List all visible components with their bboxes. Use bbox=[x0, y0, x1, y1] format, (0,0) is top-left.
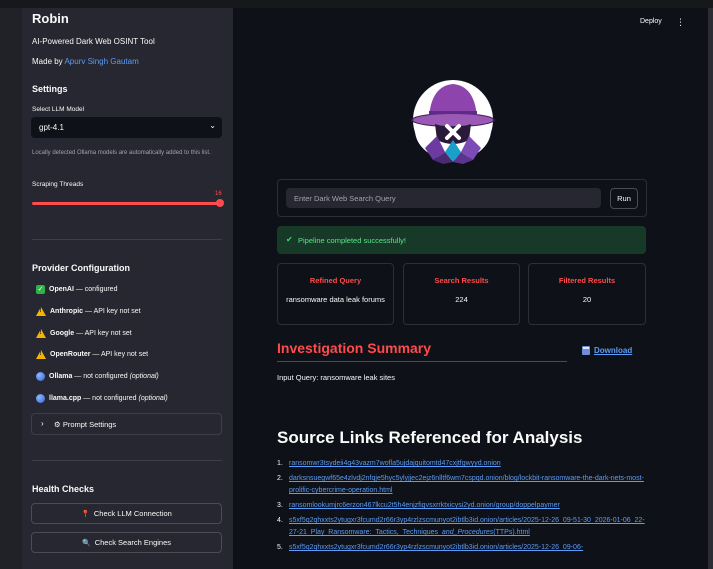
deploy-button[interactable]: Deploy bbox=[640, 18, 662, 25]
made-by: Made by Apurv Singh Gautam bbox=[32, 57, 139, 66]
blue-dot-icon bbox=[36, 394, 45, 403]
source-links-list: 1. ransomwr3tsydeii4q43vazm7wofla5ujdajqu… bbox=[277, 458, 647, 557]
check-icon: ✔ bbox=[286, 235, 293, 244]
metric-title: Refined Query bbox=[309, 276, 362, 285]
sources-title: Source Links Referenced for Analysis bbox=[277, 428, 583, 447]
llm-model-select[interactable]: gpt-4.1 ⌄ bbox=[31, 117, 222, 138]
chevron-down-icon: ⌄ bbox=[209, 121, 216, 130]
search-form: Run bbox=[277, 179, 647, 217]
threads-slider-track[interactable] bbox=[32, 202, 219, 205]
provider-openai: ✓ OpenAI — configured bbox=[36, 285, 118, 294]
provider-anthropic: Anthropic — API key not set bbox=[36, 307, 141, 316]
list-item: 3. ransomlookumjrc6erzon467lkcu2t5h4enjzf… bbox=[277, 502, 560, 509]
llm-model-label: Select LLM Model bbox=[32, 106, 85, 113]
pin-icon: 📍 bbox=[81, 510, 90, 518]
more-menu-icon[interactable]: ⋮ bbox=[676, 17, 685, 28]
source-link[interactable]: ransomlookumjrc6erzon467lkcu2t5h4enjzfig… bbox=[289, 502, 560, 509]
source-link[interactable]: darksnsuegwf65e4zlvdj2nfqje5hyc5ylyjjec2… bbox=[289, 475, 644, 494]
check-llm-button[interactable]: 📍 Check LLM Connection bbox=[31, 503, 222, 524]
health-heading: Health Checks bbox=[32, 484, 95, 494]
warning-icon bbox=[36, 307, 46, 316]
source-link[interactable]: s5xf5q2qhxxts2ytugxr3fcumd2r66r3yp4rzlzs… bbox=[289, 517, 645, 536]
threads-slider-handle[interactable] bbox=[216, 199, 224, 207]
metric-filtered-results: Filtered Results 20 bbox=[528, 263, 646, 325]
success-alert: ✔ Pipeline completed successfully! bbox=[277, 226, 646, 254]
warning-icon bbox=[36, 350, 46, 359]
metric-value: ransomware data leak forums bbox=[286, 295, 385, 304]
provider-google: Google — API key not set bbox=[36, 329, 132, 338]
search-icon: 🔍 bbox=[81, 539, 91, 547]
provider-heading: Provider Configuration bbox=[32, 263, 131, 273]
provider-ollama: Ollama — not configured (optional) bbox=[36, 372, 159, 381]
list-item: 1. ransomwr3tsydeii4q43vazm7wofla5ujdajqu… bbox=[277, 460, 501, 467]
chevron-right-icon: › bbox=[41, 419, 44, 428]
input-query-text: Input Query: ransomware leak sites bbox=[277, 373, 395, 382]
sidebar: Robin AI-Powered Dark Web OSINT Tool Mad… bbox=[22, 8, 233, 569]
metric-search-results: Search Results 224 bbox=[403, 263, 520, 325]
blue-dot-icon bbox=[36, 372, 45, 381]
settings-heading: Settings bbox=[32, 84, 68, 94]
scrollbar-gutter bbox=[708, 8, 713, 569]
divider bbox=[32, 460, 222, 461]
gear-icon: ⚙ bbox=[54, 420, 61, 429]
window-top-strip bbox=[0, 0, 713, 8]
main-panel: Deploy ⋮ Run ✔ Pipeline completed succes… bbox=[233, 8, 708, 569]
title-underline bbox=[277, 361, 567, 362]
run-button[interactable]: Run bbox=[610, 188, 638, 209]
provider-llamacpp: llama.cpp — not configured (optional) bbox=[36, 394, 168, 403]
investigation-summary-title: Investigation Summary bbox=[277, 340, 432, 356]
llm-model-value: gpt-4.1 bbox=[39, 123, 64, 132]
list-item: 2. darksnsuegwf65e4zlvdj2nfqje5hyc5ylyjje… bbox=[277, 475, 644, 494]
check-icon: ✓ bbox=[36, 285, 45, 294]
check-search-button[interactable]: 🔍 Check Search Engines bbox=[31, 532, 222, 553]
provider-openrouter: OpenRouter — API key not set bbox=[36, 350, 148, 359]
source-link[interactable]: ransomwr3tsydeii4q43vazm7wofla5ujdajquit… bbox=[289, 460, 501, 467]
prompt-settings-expander[interactable]: › ⚙ Prompt Settings bbox=[31, 413, 222, 435]
download-link[interactable]: Download bbox=[582, 346, 632, 355]
prompt-settings-label: ⚙ Prompt Settings bbox=[54, 420, 117, 429]
dark-web-search-input[interactable] bbox=[286, 188, 601, 208]
list-item: 4. s5xf5q2qhxxts2ytugxr3fcumd2r66r3yp4rzl… bbox=[277, 517, 645, 536]
robin-logo bbox=[411, 80, 495, 164]
metric-refined-query: Refined Query ransomware data leak forum… bbox=[277, 263, 394, 325]
metric-title: Search Results bbox=[434, 276, 489, 285]
success-message: Pipeline completed successfully! bbox=[298, 236, 406, 245]
metric-value: 224 bbox=[455, 295, 468, 304]
metric-title: Filtered Results bbox=[558, 276, 616, 285]
document-icon bbox=[582, 346, 590, 355]
metric-value: 20 bbox=[582, 295, 592, 304]
warning-icon bbox=[36, 329, 46, 338]
author-link[interactable]: Apurv Singh Gautam bbox=[64, 57, 138, 66]
made-by-prefix: Made by bbox=[32, 57, 63, 66]
app-subtitle: AI-Powered Dark Web OSINT Tool bbox=[32, 37, 155, 46]
list-item: 5. s5xf5q2qhxxts2ytugxr3fcumd2r66r3yp4rzl… bbox=[277, 544, 584, 551]
ollama-note: Locally detected Ollama models are autom… bbox=[32, 150, 211, 156]
app-title: Robin bbox=[32, 11, 69, 26]
threads-label: Scraping Threads bbox=[32, 181, 84, 188]
source-link[interactable]: s5xf5q2qhxxts2ytugxr3fcumd2r66r3yp4rzlzs… bbox=[289, 544, 583, 551]
divider bbox=[32, 239, 222, 240]
threads-value: 16 bbox=[215, 191, 222, 197]
